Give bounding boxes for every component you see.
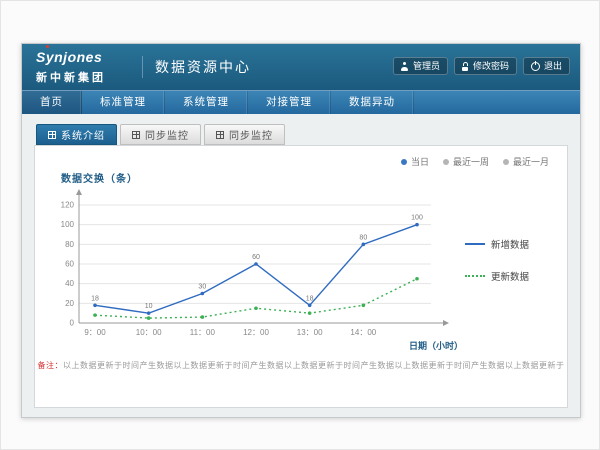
legend-new-data[interactable]: 新增数据 — [465, 237, 557, 251]
nav-item-home[interactable]: 首页 — [22, 91, 82, 114]
content-area: 系统介绍 同步监控 同步监控 当日 — [22, 114, 580, 417]
svg-text:30: 30 — [198, 284, 206, 291]
admin-user-label: 管理员 — [413, 61, 440, 71]
footnote-prefix: 备注： — [38, 361, 64, 370]
logo-red-dot-icon — [46, 45, 49, 48]
grid-icon — [216, 131, 224, 139]
svg-text:100: 100 — [411, 215, 423, 222]
svg-text:120: 120 — [61, 201, 75, 210]
nav-item-system-mgmt[interactable]: 系统管理 — [165, 91, 248, 114]
tab-bar: 系统介绍 同步监控 同步监控 — [36, 124, 568, 145]
user-actions: 管理员 修改密码 退出 — [393, 57, 570, 75]
logo-company-name: 新中新集团 — [36, 69, 132, 85]
svg-text:60: 60 — [252, 254, 260, 261]
svg-text:80: 80 — [359, 234, 367, 241]
footnote-text: 以上数据更新于时间产生数据以上数据更新于时间产生数据以上数据更新于时间产生数据以… — [63, 361, 565, 370]
chart-row: 0 20 40 60 80 100 120 9：00 10：00 11：00 12：00 13：00 1… — [45, 185, 557, 355]
svg-text:10：00: 10：00 — [136, 328, 162, 337]
legend-dot-icon — [503, 159, 509, 165]
app-window: Synjones 新中新集团 数据资源中心 管理员 修改密码 退出 — [21, 43, 581, 418]
lock-icon — [462, 62, 469, 71]
svg-text:60: 60 — [65, 260, 74, 269]
svg-text:40: 40 — [65, 279, 74, 288]
svg-text:80: 80 — [65, 240, 74, 249]
filter-last-month[interactable]: 最近一月 — [503, 155, 549, 168]
tab-sync-monitor-1[interactable]: 同步监控 — [120, 124, 201, 145]
nav-item-standard-mgmt[interactable]: 标准管理 — [82, 91, 165, 114]
line-chart: 0 20 40 60 80 100 120 9：00 10：00 11：00 12：00 13：00 1… — [45, 185, 465, 355]
logout-button[interactable]: 退出 — [523, 57, 570, 75]
filter-last-week[interactable]: 最近一周 — [443, 155, 489, 168]
tab-sync-monitor-2-label: 同步监控 — [229, 127, 273, 142]
svg-text:日期（小时）: 日期（小时） — [409, 340, 463, 351]
filter-last-week-label: 最近一周 — [453, 155, 489, 168]
svg-text:18: 18 — [91, 295, 99, 302]
legend-updated-data[interactable]: 更新数据 — [465, 269, 557, 283]
legend-dot-icon — [443, 159, 449, 165]
series-legend: 新增数据 更新数据 — [465, 185, 557, 283]
tab-system-intro-label: 系统介绍 — [61, 127, 105, 142]
line-sample-icon — [465, 243, 485, 245]
logo: Synjones 新中新集团 — [36, 49, 132, 85]
legend-dot-icon — [401, 159, 407, 165]
period-filter-legend: 当日 最近一周 最近一月 — [401, 155, 549, 168]
svg-text:11：00: 11：00 — [190, 328, 216, 337]
svg-text:20: 20 — [65, 299, 74, 308]
tab-system-intro[interactable]: 系统介绍 — [36, 124, 117, 145]
svg-text:9：00: 9：00 — [84, 328, 106, 337]
chart-panel: 当日 最近一周 最近一月 数据交换（条） 0 20 40 60 80 100 120 9：00… — [34, 145, 568, 408]
tab-sync-monitor-1-label: 同步监控 — [145, 127, 189, 142]
change-password-label: 修改密码 — [473, 61, 509, 71]
legend-updated-data-label: 更新数据 — [491, 269, 529, 283]
change-password-button[interactable]: 修改密码 — [454, 57, 517, 75]
logout-label: 退出 — [544, 61, 562, 71]
footnote: 备注：以上数据更新于时间产生数据以上数据更新于时间产生数据以上数据更新于时间产生… — [35, 360, 567, 371]
svg-text:14：00: 14：00 — [350, 328, 376, 337]
grid-icon — [48, 131, 56, 139]
dotted-line-sample-icon — [465, 275, 485, 277]
svg-text:0: 0 — [70, 319, 75, 328]
filter-today-label: 当日 — [411, 155, 429, 168]
page-title: 数据资源中心 — [142, 56, 251, 78]
logo-wordmark: Synjones — [36, 50, 102, 64]
filter-today[interactable]: 当日 — [401, 155, 429, 168]
y-axis-title: 数据交换（条） — [61, 170, 557, 185]
admin-user-button[interactable]: 管理员 — [393, 57, 448, 75]
tab-sync-monitor-2[interactable]: 同步监控 — [204, 124, 285, 145]
filter-last-month-label: 最近一月 — [513, 155, 549, 168]
main-nav: 首页 标准管理 系统管理 对接管理 数据异动 — [22, 90, 580, 114]
top-header: Synjones 新中新集团 数据资源中心 管理员 修改密码 退出 — [22, 44, 580, 90]
power-icon — [531, 62, 540, 71]
svg-text:18: 18 — [306, 295, 314, 302]
legend-new-data-label: 新增数据 — [491, 237, 529, 251]
grid-icon — [132, 131, 140, 139]
user-icon — [401, 62, 409, 71]
svg-text:100: 100 — [61, 220, 75, 229]
screenshot-background: Synjones 新中新集团 数据资源中心 管理员 修改密码 退出 — [0, 0, 600, 450]
svg-text:13：00: 13：00 — [297, 328, 323, 337]
nav-item-data-change[interactable]: 数据异动 — [331, 91, 414, 114]
svg-text:12：00: 12：00 — [243, 328, 269, 337]
svg-text:10: 10 — [145, 303, 153, 310]
nav-item-interface-mgmt[interactable]: 对接管理 — [248, 91, 331, 114]
